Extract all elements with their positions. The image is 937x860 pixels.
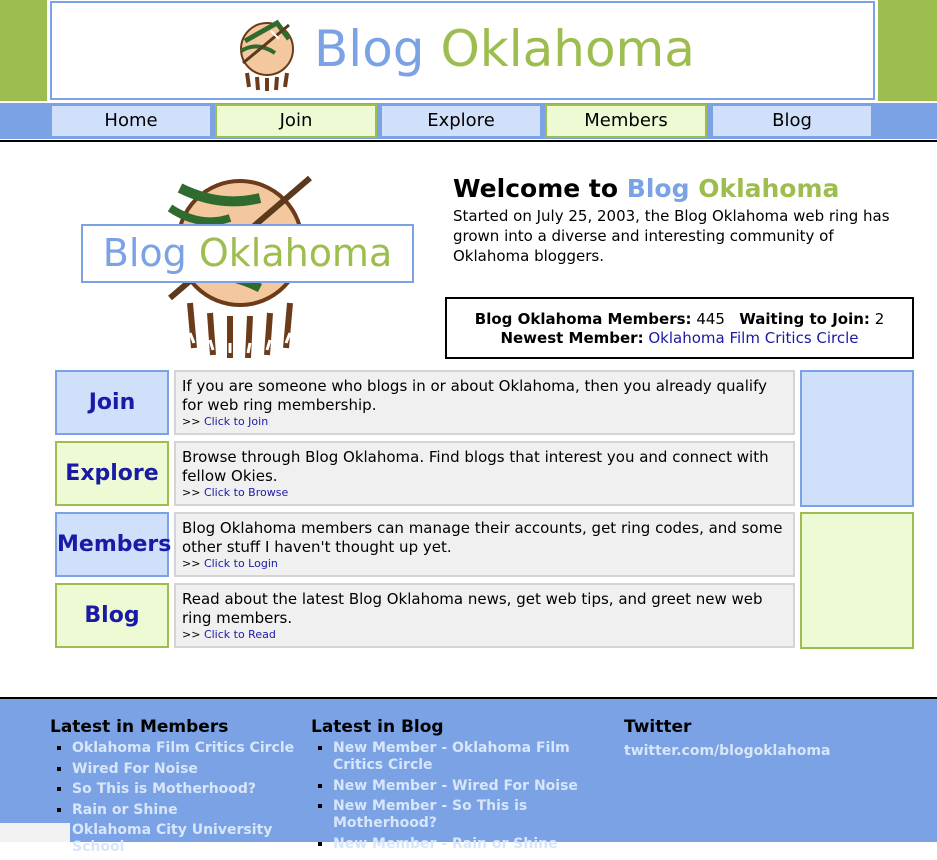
feature-members-link-row: >> Click to Login: [182, 557, 787, 571]
site-title-blog: Blog: [314, 20, 425, 78]
welcome-intro: Started on July 25, 2003, the Blog Oklah…: [453, 207, 890, 265]
feature-join-text: If you are someone who blogs in or about…: [182, 377, 767, 414]
nav-members[interactable]: Members: [545, 104, 707, 138]
members-count: 445: [696, 310, 725, 328]
footer-blog-list: New Member - Oklahoma Film Critics Circl…: [311, 740, 601, 853]
site-header: Blog Oklahoma: [50, 1, 875, 100]
click-to-join-link[interactable]: Click to Join: [204, 415, 268, 428]
footer-members-list: Oklahoma Film Critics Circle Wired For N…: [50, 740, 300, 856]
welcome-prefix: Welcome to: [453, 174, 619, 203]
welcome-blog: Blog: [626, 174, 690, 203]
nav-explore[interactable]: Explore: [380, 104, 542, 138]
feature-join-label[interactable]: Join: [55, 370, 169, 435]
list-item: So This is Motherhood?: [72, 781, 300, 798]
link-prefix: >>: [182, 486, 201, 499]
link-prefix: >>: [182, 415, 201, 428]
feature-members-text: Blog Oklahoma members can manage their a…: [182, 519, 783, 556]
list-item: Rain or Shine: [72, 802, 300, 819]
site-title[interactable]: Blog Oklahoma: [314, 17, 695, 81]
newest-member-label: Newest Member:: [500, 329, 644, 347]
feature-blog-link-row: >> Click to Read: [182, 628, 787, 642]
feature-explore-label[interactable]: Explore: [55, 441, 169, 506]
footer-blog-link[interactable]: New Member - Rain or Shine: [333, 836, 558, 852]
click-to-login-link[interactable]: Click to Login: [204, 557, 278, 570]
list-item: Oklahoma Film Critics Circle: [72, 740, 300, 757]
click-to-browse-link[interactable]: Click to Browse: [204, 486, 288, 499]
feature-members-body: Blog Oklahoma members can manage their a…: [174, 512, 795, 577]
footer-corner: [0, 823, 70, 842]
footer-blog-link[interactable]: New Member - Oklahoma Film Critics Circl…: [333, 740, 570, 773]
stats-line-2: Newest Member: Oklahoma Film Critics Cir…: [447, 329, 912, 348]
list-item: Oklahoma City University School: [72, 822, 300, 856]
feature-join-link-row: >> Click to Join: [182, 415, 787, 429]
footer-twitter-heading: Twitter: [624, 717, 692, 737]
footer-member-link[interactable]: Oklahoma Film Critics Circle: [72, 740, 294, 756]
footer-members-column: Latest in Members Oklahoma Film Critics …: [50, 717, 300, 860]
nav-divider: [0, 140, 937, 142]
list-item: New Member - Oklahoma Film Critics Circl…: [333, 740, 601, 774]
welcome-heading: Welcome to Blog Oklahoma: [453, 174, 839, 203]
welcome-oklahoma: Oklahoma: [698, 174, 840, 203]
footer-twitter-column: Twitter twitter.com/blogoklahoma: [624, 717, 924, 759]
nav-join[interactable]: Join: [215, 104, 377, 138]
footer-member-link[interactable]: Oklahoma City University School: [72, 822, 272, 855]
footer-member-link[interactable]: Wired For Noise: [72, 761, 198, 777]
waiting-count: 2: [874, 310, 885, 328]
footer-blog-heading: Latest in Blog: [311, 717, 444, 737]
waiting-label: Waiting to Join:: [739, 310, 870, 328]
click-to-read-link[interactable]: Click to Read: [204, 628, 276, 641]
newest-member-link[interactable]: Oklahoma Film Critics Circle: [648, 329, 858, 347]
stats-line-1: Blog Oklahoma Members: 445 Waiting to Jo…: [447, 310, 912, 329]
footer-member-link[interactable]: Rain or Shine: [72, 802, 178, 818]
link-prefix: >>: [182, 628, 201, 641]
list-item: Wired For Noise: [72, 761, 300, 778]
feature-explore-body: Browse through Blog Oklahoma. Find blogs…: [174, 441, 795, 506]
stats-box: Blog Oklahoma Members: 445 Waiting to Jo…: [445, 297, 914, 359]
footer-members-heading: Latest in Members: [50, 717, 229, 737]
feature-join-body: If you are someone who blogs in or about…: [174, 370, 795, 435]
list-item: New Member - Rain or Shine: [333, 836, 601, 853]
members-count-label: Blog Oklahoma Members:: [474, 310, 692, 328]
feature-explore-text: Browse through Blog Oklahoma. Find blogs…: [182, 448, 769, 485]
hero-logo: Blog Oklahoma: [81, 224, 414, 283]
footer-blog-link[interactable]: New Member - So This is Motherhood?: [333, 798, 527, 831]
site-title-oklahoma: Oklahoma: [440, 20, 695, 78]
feature-members-label[interactable]: Members: [55, 512, 171, 577]
link-prefix: >>: [182, 557, 201, 570]
oklahoma-seal-icon: [239, 19, 294, 91]
nav-blog[interactable]: Blog: [711, 104, 873, 138]
hero-logo-blog: Blog: [102, 231, 187, 275]
list-item: New Member - Wired For Noise: [333, 778, 601, 795]
header-right-accent: [878, 0, 937, 101]
footer-blog-column: Latest in Blog New Member - Oklahoma Fil…: [311, 717, 601, 856]
hero-logo-oklahoma: Oklahoma: [198, 231, 393, 275]
side-panel-green: [800, 512, 914, 649]
footer-blog-link[interactable]: New Member - Wired For Noise: [333, 778, 578, 794]
feature-blog-label[interactable]: Blog: [55, 583, 169, 648]
header-left-accent: [0, 0, 47, 101]
feature-blog-text: Read about the latest Blog Oklahoma news…: [182, 590, 763, 627]
twitter-link[interactable]: twitter.com/blogoklahoma: [624, 743, 830, 759]
feature-blog-body: Read about the latest Blog Oklahoma news…: [174, 583, 795, 648]
side-panel-blue: [800, 370, 914, 507]
feature-explore-link-row: >> Click to Browse: [182, 486, 787, 500]
list-item: New Member - So This is Motherhood?: [333, 798, 601, 832]
footer-member-link[interactable]: So This is Motherhood?: [72, 781, 256, 797]
nav-home[interactable]: Home: [50, 104, 212, 138]
